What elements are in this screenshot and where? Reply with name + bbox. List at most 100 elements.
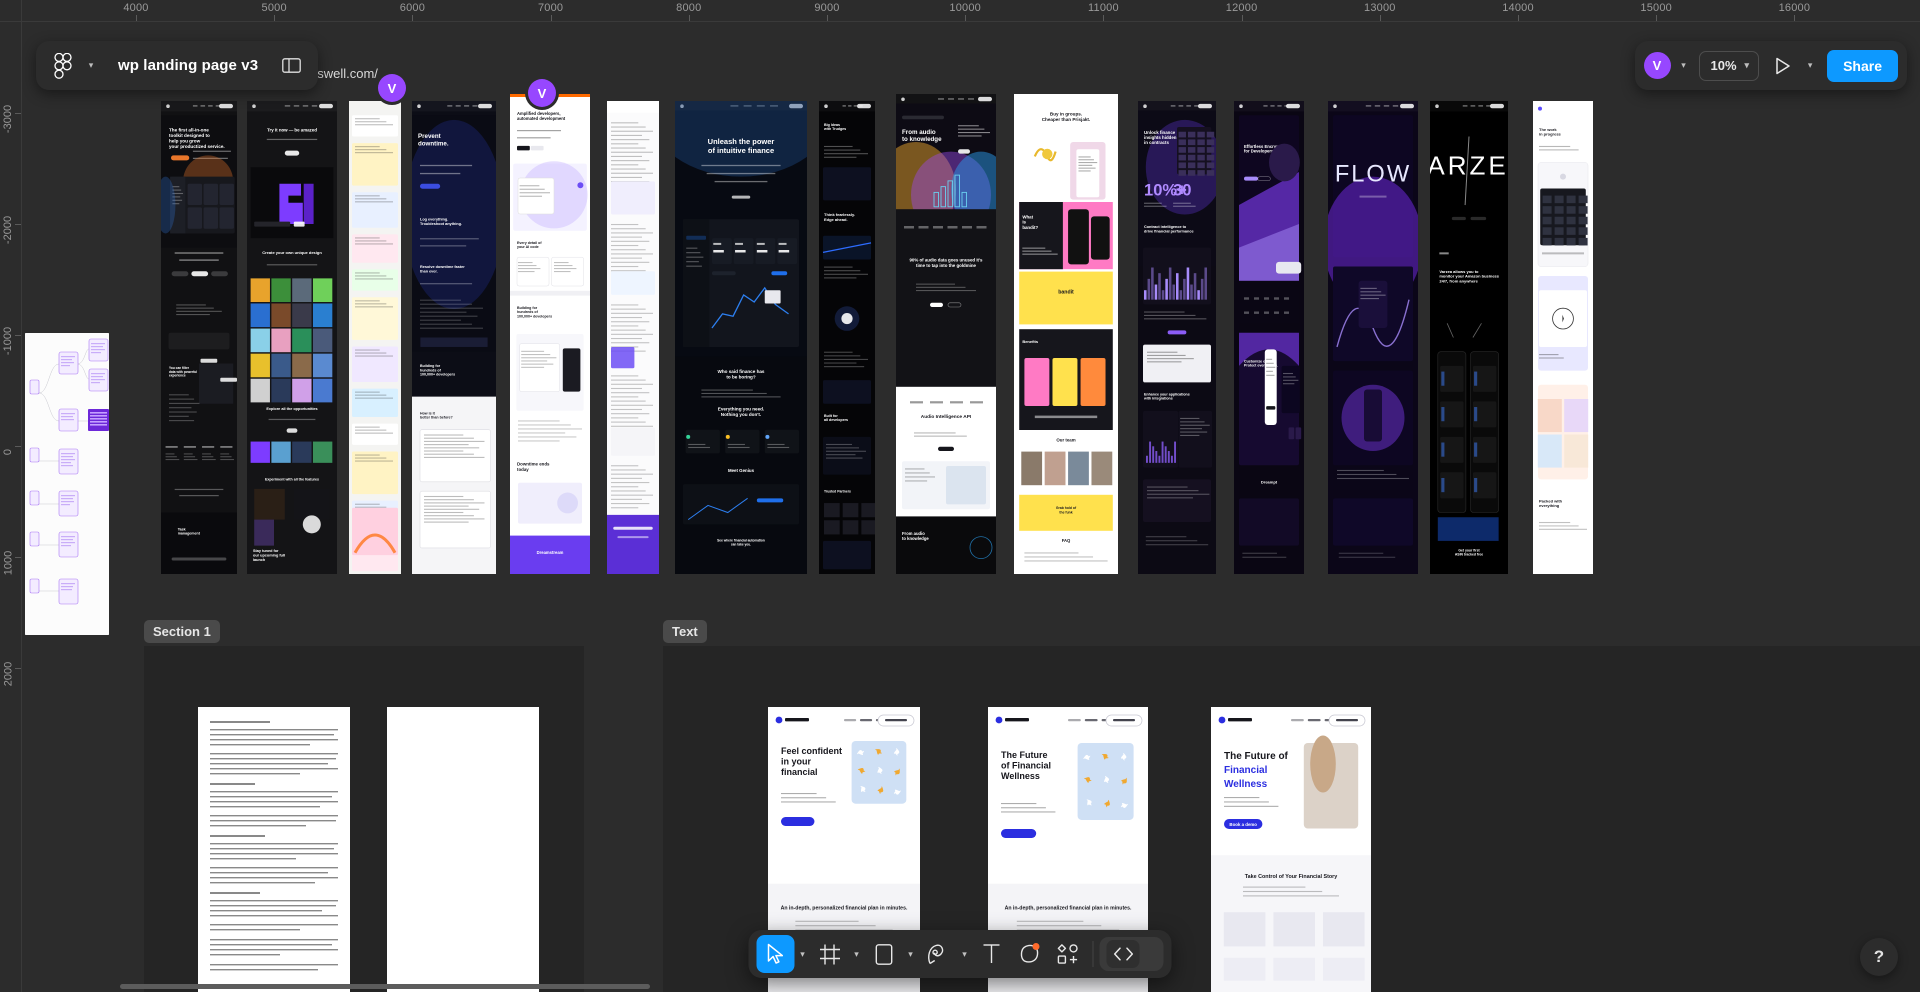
shape-tool[interactable] xyxy=(865,935,903,973)
ruler-label: -1000 xyxy=(2,326,14,356)
shape-tool-chevron-down-icon[interactable]: ▾ xyxy=(903,935,919,973)
frame-tool-chevron-down-icon[interactable]: ▾ xyxy=(849,935,865,973)
share-button[interactable]: Share xyxy=(1827,49,1898,82)
section-text-label[interactable]: Text xyxy=(663,620,707,643)
ruler-label: -2000 xyxy=(2,215,14,245)
ruler-tick xyxy=(15,113,21,114)
svg-text:with Trudges: with Trudges xyxy=(823,127,846,131)
ruler-label: 15000 xyxy=(1640,2,1672,14)
ruler-tick xyxy=(15,446,21,447)
frame-big-ideas[interactable]: Big Ideas with Trudges Think fearlessly. Ed… xyxy=(819,101,875,574)
section-1-label[interactable]: Section 1 xyxy=(144,620,220,643)
ruler-tick xyxy=(1794,15,1796,21)
side-panel-icon[interactable] xyxy=(276,51,306,81)
svg-text:Dreamstream: Dreamstream xyxy=(537,550,564,555)
ruler-label: 11000 xyxy=(1088,2,1119,14)
figma-logo-icon[interactable] xyxy=(46,49,80,83)
frame-flow-diagram[interactable] xyxy=(25,333,109,635)
frame-light-cards[interactable] xyxy=(349,101,401,574)
frame-doc-blank[interactable] xyxy=(387,707,539,992)
svg-text:Everything you need.: Everything you need. xyxy=(718,407,764,412)
frame-unlock-finance[interactable]: Unlock finance insights hidden in contract… xyxy=(1138,101,1216,574)
frame-prevent-downtime[interactable]: Prevent downtime. Log everything. Troublesh… xyxy=(412,101,496,574)
present-chevron-down-icon[interactable]: ▾ xyxy=(1803,60,1817,71)
collaborator-cursor-2[interactable]: V xyxy=(528,79,556,107)
canvas-url-text: nswell.com/ xyxy=(310,66,378,81)
svg-text:to be boring?: to be boring? xyxy=(726,374,756,379)
main-menu-chevron-down-icon[interactable]: ▾ xyxy=(84,60,98,71)
ruler-tick xyxy=(1656,15,1658,21)
frame-flow-purple[interactable]: FLOW xyxy=(1328,101,1418,574)
svg-text:Resolve downtime faster: Resolve downtime faster xyxy=(420,265,465,269)
dev-mode-toggle[interactable] xyxy=(1099,937,1164,971)
svg-text:to knowledge: to knowledge xyxy=(902,536,929,541)
move-tool[interactable] xyxy=(756,935,795,973)
svg-text:Unleash the power: Unleash the power xyxy=(708,137,775,146)
frame-toolkit-dark[interactable]: The first all-in-one toolkit designed to h… xyxy=(161,101,237,574)
zoom-control[interactable]: 10% ▾ xyxy=(1698,50,1760,81)
svg-text:than ever.: than ever. xyxy=(420,269,438,273)
section-1[interactable]: Section 1 xyxy=(144,620,584,992)
comment-tool[interactable] xyxy=(1011,935,1049,973)
frame-varzea[interactable]: VARZEAVarzea allows you tomonitor your A… xyxy=(1430,101,1508,574)
avatar-chevron-down-icon[interactable]: ▾ xyxy=(1677,60,1691,71)
svg-text:Wellness: Wellness xyxy=(1001,771,1040,781)
ruler-tick xyxy=(136,15,137,21)
svg-text:Audio Intelligence API: Audio Intelligence API xyxy=(921,414,972,420)
design-canvas[interactable]: nswell.com/ The first all-in-one toolkit… xyxy=(22,22,1920,992)
comment-notification-badge xyxy=(1032,943,1040,950)
frame-unleash-finance[interactable]: Unleash the power of intuitive finance Who… xyxy=(675,101,807,574)
current-user-avatar[interactable]: V xyxy=(1643,52,1671,79)
svg-text:better than before?: better than before? xyxy=(420,416,453,420)
pen-tool-chevron-down-icon[interactable]: ▾ xyxy=(957,935,973,973)
frame-amplified-developers[interactable]: Amplified developers, automated developme… xyxy=(510,94,590,574)
avatar-initial: V xyxy=(1652,58,1662,73)
text-tool[interactable] xyxy=(973,935,1011,973)
svg-text:Edge ahead.: Edge ahead. xyxy=(824,217,848,222)
frame-future-wellness-b[interactable]: The Future of Financial Wellness Book a dem… xyxy=(1211,707,1371,992)
svg-text:Buy in groups.: Buy in groups. xyxy=(1050,111,1082,116)
ruler-tick xyxy=(1241,15,1243,21)
svg-text:your AI code: your AI code xyxy=(517,245,539,249)
frame-try-it-now[interactable]: Try it now — be amazed Create your own un… xyxy=(247,101,337,574)
ruler-tick xyxy=(550,15,552,21)
horizontal-scrollbar[interactable] xyxy=(120,984,650,989)
svg-text:Financial: Financial xyxy=(1224,765,1268,776)
move-tool-chevron-down-icon[interactable]: ▾ xyxy=(795,935,811,973)
frame-work-in-progress[interactable]: The work in progress Packed with everything xyxy=(1533,101,1593,574)
ruler-tick xyxy=(15,557,21,558)
frame-bandit-yellow[interactable]: Buy in groups. Cheaper than Prisjakt. What… xyxy=(1014,94,1118,574)
svg-text:of intuitive finance: of intuitive finance xyxy=(708,146,774,155)
collaborator-cursor-1[interactable]: V xyxy=(378,74,406,102)
svg-text:VARZEA: VARZEA xyxy=(1430,150,1508,180)
ruler-tick xyxy=(1518,15,1519,21)
frame-docs-white[interactable] xyxy=(607,101,659,574)
ruler-label: 10000 xyxy=(949,2,981,14)
ruler-label: 16000 xyxy=(1778,2,1811,14)
frame-audio-knowledge[interactable]: From audio to knowledge 90% of audio data … xyxy=(896,94,996,574)
frame-tool[interactable] xyxy=(811,935,849,973)
frame-doc-text-left[interactable] xyxy=(198,707,350,992)
present-play-icon[interactable] xyxy=(1769,52,1797,80)
svg-text:Nothing you don't.: Nothing you don't. xyxy=(721,412,761,417)
ruler-label: 6000 xyxy=(399,2,426,14)
svg-text:Troubleshoot anything.: Troubleshoot anything. xyxy=(420,222,462,226)
zoom-chevron-down-icon[interactable]: ▾ xyxy=(1745,60,1750,71)
top-right-toolbar: V ▾ 10% ▾ ▾ Share xyxy=(1634,41,1907,90)
code-brackets-icon xyxy=(1106,940,1140,968)
figma-app-window: 4000 5000 6000 7000 8000 9000 10000 11000 12000 1… xyxy=(0,0,1920,992)
pen-tool[interactable] xyxy=(919,935,957,973)
svg-text:experience: experience xyxy=(169,374,186,378)
frame-effortless-encryption[interactable]: Effortless Encryption for Developers Custo… xyxy=(1234,101,1304,574)
svg-text:to knowledge: to knowledge xyxy=(902,136,942,143)
ruler-label: 13000 xyxy=(1364,2,1396,14)
svg-text:Cheaper than Prisjakt.: Cheaper than Prisjakt. xyxy=(1042,117,1091,122)
ruler-label: 4000 xyxy=(123,2,149,14)
ruler-label: 1000 xyxy=(2,550,14,576)
file-title[interactable]: wp landing page v3 xyxy=(102,57,272,74)
svg-text:Stay tuned for: Stay tuned for xyxy=(253,549,279,553)
svg-text:Our team: Our team xyxy=(1056,438,1075,443)
actions-tool[interactable] xyxy=(1049,935,1087,973)
help-button[interactable]: ? xyxy=(1860,938,1898,976)
ruler-tick xyxy=(827,15,828,21)
